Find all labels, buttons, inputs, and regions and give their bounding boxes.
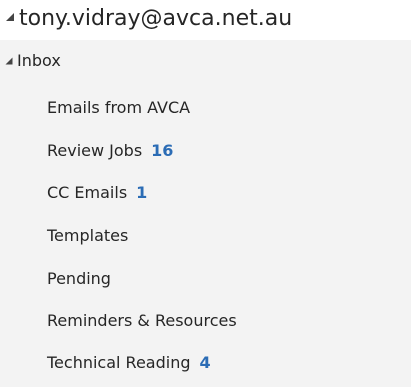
folder-inbox-label: Inbox	[17, 51, 61, 70]
folder-label: Templates	[47, 226, 129, 245]
folder-pane: tony.vidray@avca.net.au Inbox Emails fro…	[0, 0, 411, 387]
folder-inbox[interactable]: Inbox	[0, 47, 411, 77]
expanded-triangle-icon[interactable]	[5, 57, 13, 65]
unread-count-badge: 4	[199, 353, 211, 372]
folder-technical-reading[interactable]: Technical Reading 4	[0, 346, 411, 380]
folder-label: Emails from AVCA	[47, 98, 191, 117]
folder-pending[interactable]: Pending	[0, 262, 411, 296]
unread-count-badge: 1	[136, 183, 148, 202]
folder-cc-emails[interactable]: CC Emails 1	[0, 176, 411, 210]
account-name: tony.vidray@avca.net.au	[19, 6, 293, 31]
folder-templates[interactable]: Templates	[0, 219, 411, 253]
folder-label: Review Jobs 16	[47, 141, 174, 160]
folder-label: Pending	[47, 269, 111, 288]
folder-reminders-resources[interactable]: Reminders & Resources	[0, 304, 411, 338]
folder-label: CC Emails 1	[47, 183, 148, 202]
expanded-triangle-icon[interactable]	[5, 12, 15, 22]
account-header[interactable]: tony.vidray@avca.net.au	[0, 0, 411, 40]
folder-emails-from-avca[interactable]: Emails from AVCA	[0, 91, 411, 125]
unread-count-badge: 16	[151, 141, 174, 160]
folder-label: Technical Reading 4	[47, 353, 211, 372]
folder-review-jobs[interactable]: Review Jobs 16	[0, 134, 411, 168]
folder-label: Reminders & Resources	[47, 311, 237, 330]
